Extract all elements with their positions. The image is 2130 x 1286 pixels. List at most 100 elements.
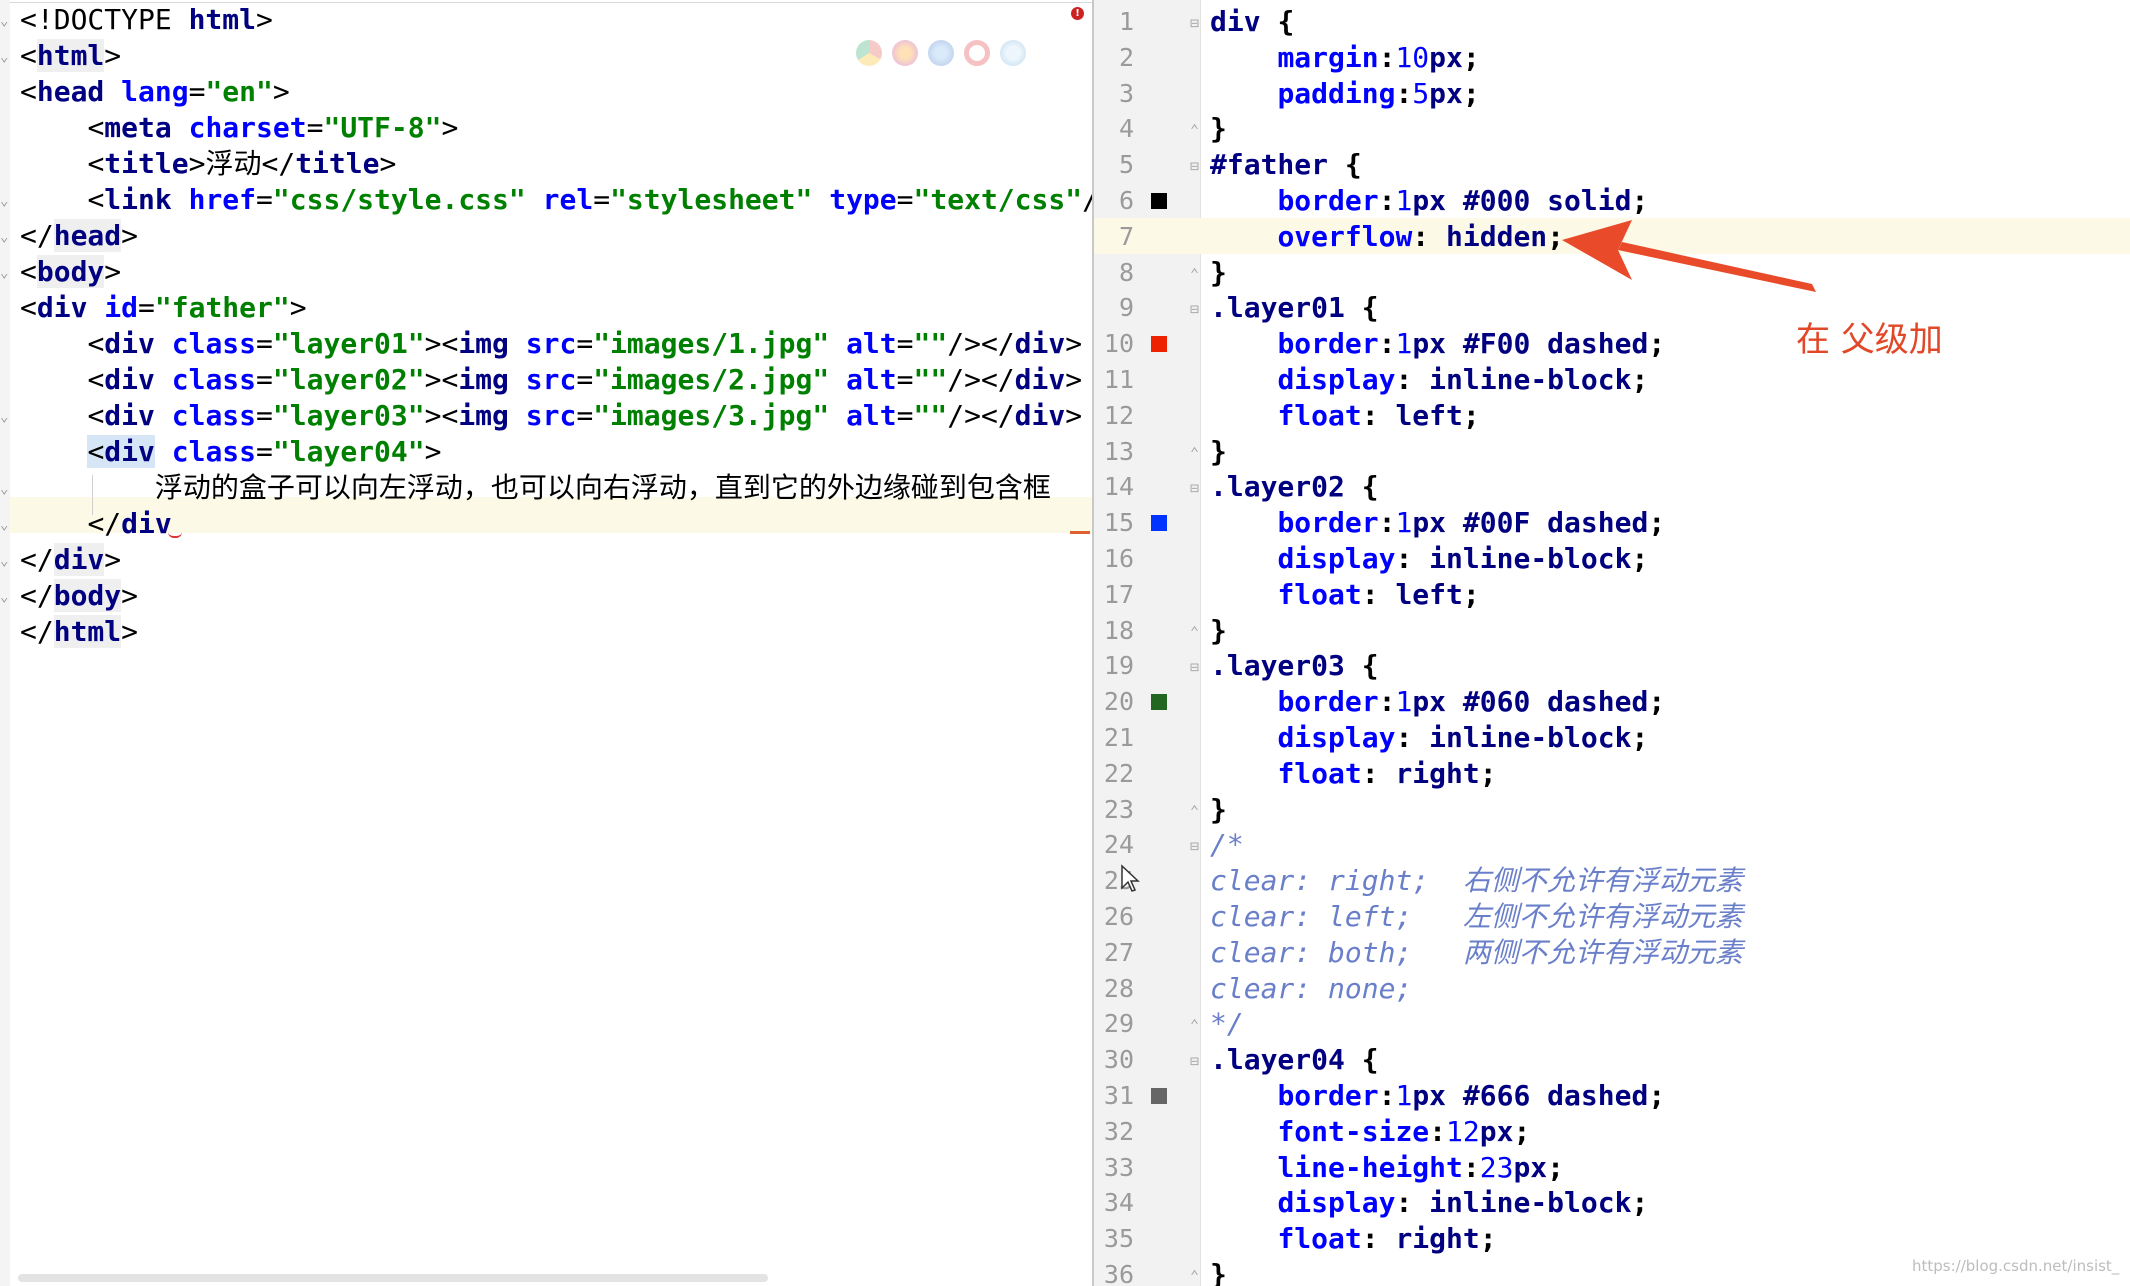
code-line[interactable]: <title>浮动</title> (20, 146, 396, 182)
fold-marker-icon[interactable]: ⌃ (1190, 121, 1206, 139)
code-line[interactable]: <link href="css/style.css" rel="styleshe… (20, 182, 1092, 218)
css-code-line[interactable]: .layer04 { (1210, 1042, 1379, 1078)
line-number: 23 (1103, 794, 1134, 824)
code-line[interactable]: </html> (20, 614, 138, 650)
fold-marker-icon[interactable]: ⌄ (0, 230, 10, 244)
color-swatch-icon[interactable] (1151, 1088, 1167, 1104)
firefox-icon[interactable] (892, 40, 918, 66)
css-code-line[interactable]: border:1px #666 dashed; (1210, 1078, 1665, 1114)
css-code-line[interactable]: */ (1210, 1006, 1244, 1042)
color-swatch-icon[interactable] (1151, 515, 1167, 532)
browser-preview-icons[interactable] (856, 40, 1026, 72)
fold-marker-icon[interactable]: ⊟ (1190, 14, 1206, 32)
css-code-line[interactable]: } (1210, 792, 1227, 828)
color-swatch-icon[interactable] (1151, 336, 1167, 353)
ie-icon[interactable] (1000, 40, 1026, 66)
css-code-line[interactable]: /* (1210, 827, 1244, 863)
fold-marker-icon[interactable]: ⌄ (0, 194, 10, 208)
css-code-line[interactable]: float: right; (1210, 1221, 1496, 1257)
fold-marker-icon[interactable]: ⊟ (1190, 479, 1206, 497)
fold-marker-icon[interactable]: ⌃ (1190, 623, 1206, 641)
css-code-line[interactable]: } (1210, 1257, 1227, 1286)
css-code-line[interactable]: clear: right; 右侧不允许有浮动元素 (1210, 863, 1743, 899)
css-code-line[interactable]: margin:10px; (1210, 40, 1479, 76)
fold-marker-icon[interactable]: ⌃ (1190, 802, 1206, 820)
fold-marker-icon[interactable]: ⌃ (1190, 444, 1206, 462)
css-token: : (1395, 363, 1430, 396)
fold-marker-icon[interactable]: ⌄ (0, 14, 10, 28)
code-line[interactable]: <div class="layer03"><img src="images/3.… (20, 398, 1082, 434)
css-editor-pane[interactable]: 1 ⊟ div {2 margin:10px; 3 padding:5px; 4 ⌃} 5 ⊟… (1094, 0, 2130, 1286)
code-line[interactable]: <div class="layer02"><img src="images/2.… (20, 362, 1082, 398)
css-code-line[interactable]: font-size:12px; (1210, 1114, 1530, 1150)
code-line[interactable]: <html> (20, 38, 121, 74)
css-code-line[interactable]: } (1210, 613, 1227, 649)
fold-marker-icon[interactable]: ⌃ (1190, 1016, 1206, 1034)
error-stripe-marker[interactable] (1070, 531, 1090, 534)
bracket: </ (20, 543, 54, 576)
css-code-line[interactable]: .layer01 { (1210, 290, 1379, 326)
css-code-line[interactable]: display: inline-block; (1210, 541, 1648, 577)
fold-marker-icon[interactable]: ⊟ (1190, 658, 1206, 676)
fold-marker-icon[interactable]: ⊟ (1190, 300, 1206, 318)
fold-marker-icon[interactable]: ⌄ (0, 266, 10, 280)
css-code-line[interactable]: display: inline-block; (1210, 720, 1648, 756)
css-code-line[interactable]: } (1210, 255, 1227, 291)
css-token: 5 (1412, 76, 1430, 110)
fold-marker-icon[interactable]: ⌄ (0, 590, 10, 604)
code-line[interactable]: <div class="layer04"> (20, 434, 441, 470)
html-editor-pane[interactable]: <!DOCTYPE html> ⌄ <html> ⌄ <head lang="en"> … (0, 0, 1092, 1286)
fold-marker-icon[interactable]: ⊟ (1190, 837, 1206, 855)
css-code-line[interactable]: display: inline-block; (1210, 1185, 1648, 1221)
css-code-line[interactable]: } (1210, 111, 1227, 147)
code-line[interactable]: <!DOCTYPE html> (20, 2, 273, 38)
fold-marker-icon[interactable]: ⌃ (1190, 1267, 1206, 1285)
css-code-line[interactable]: float: right; (1210, 756, 1496, 792)
css-code-line[interactable]: .layer03 { (1210, 648, 1379, 684)
code-line[interactable]: </head> (20, 218, 138, 254)
css-code-line[interactable]: clear: none; (1210, 971, 1412, 1007)
code-line[interactable]: </div (20, 506, 171, 542)
css-code-line[interactable]: #father { (1210, 147, 1362, 183)
code-line[interactable]: <div id="father"> (20, 290, 307, 326)
code-line[interactable]: <div class="layer01"><img src="images/1.… (20, 326, 1082, 362)
css-code-line[interactable]: padding:5px; (1210, 76, 1479, 112)
fold-marker-icon[interactable]: ⌄ (0, 554, 10, 568)
fold-marker-icon[interactable]: ⊟ (1190, 157, 1206, 175)
css-code-line[interactable]: .layer02 { (1210, 469, 1379, 505)
fold-marker-icon[interactable]: ⌄ (0, 518, 10, 532)
css-code-line[interactable]: line-height:23px; (1210, 1150, 1564, 1186)
code-line[interactable]: </div> (20, 542, 121, 578)
css-code-line[interactable]: float: left; (1210, 577, 1479, 613)
error-icon[interactable]: ! (1071, 7, 1084, 20)
color-swatch-icon[interactable] (1151, 694, 1167, 711)
opera-icon[interactable] (964, 40, 990, 66)
css-code-line[interactable]: div { (1210, 4, 1294, 40)
css-code-line[interactable]: display: inline-block; (1210, 362, 1648, 398)
css-code-line[interactable]: border:1px #000 solid; (1210, 183, 1648, 219)
horizontal-scrollbar[interactable] (18, 1274, 768, 1282)
css-code-line[interactable]: border:1px #F00 dashed; (1210, 326, 1665, 362)
code-line[interactable]: <body> (20, 254, 121, 290)
css-code-line[interactable]: clear: left; 左侧不允许有浮动元素 (1210, 899, 1743, 935)
css-code-line[interactable]: border:1px #060 dashed; (1210, 684, 1665, 720)
fold-marker-icon[interactable]: ⌄ (0, 482, 10, 496)
code-line[interactable]: <head lang="en"> (20, 74, 290, 110)
line-number: 4 (1118, 114, 1134, 144)
fold-marker-icon[interactable]: ⌃ (1190, 265, 1206, 283)
fold-marker-icon[interactable]: ⌄ (0, 410, 10, 424)
css-code-line[interactable]: border:1px #00F dashed; (1210, 505, 1665, 541)
code-line[interactable]: </body> (20, 578, 138, 614)
css-code-line[interactable]: float: left; (1210, 398, 1479, 434)
css-code-line[interactable]: clear: both; 两侧不允许有浮动元素 (1210, 935, 1743, 971)
code-line[interactable]: 浮动的盒子可以向左浮动，也可以向右浮动，直到它的外边缘碰到包含框 (20, 470, 1051, 506)
fold-marker-icon[interactable]: ⌄ (0, 50, 10, 64)
fold-marker-icon[interactable]: ⊟ (1190, 1052, 1206, 1070)
css-code-line[interactable]: } (1210, 434, 1227, 470)
safari-icon[interactable] (928, 40, 954, 66)
color-swatch-icon[interactable] (1151, 193, 1167, 209)
chrome-icon[interactable] (856, 40, 882, 66)
code-line[interactable]: <meta charset="UTF-8"> (20, 110, 458, 146)
css-code-line[interactable]: overflow: hidden; (1210, 219, 1564, 255)
